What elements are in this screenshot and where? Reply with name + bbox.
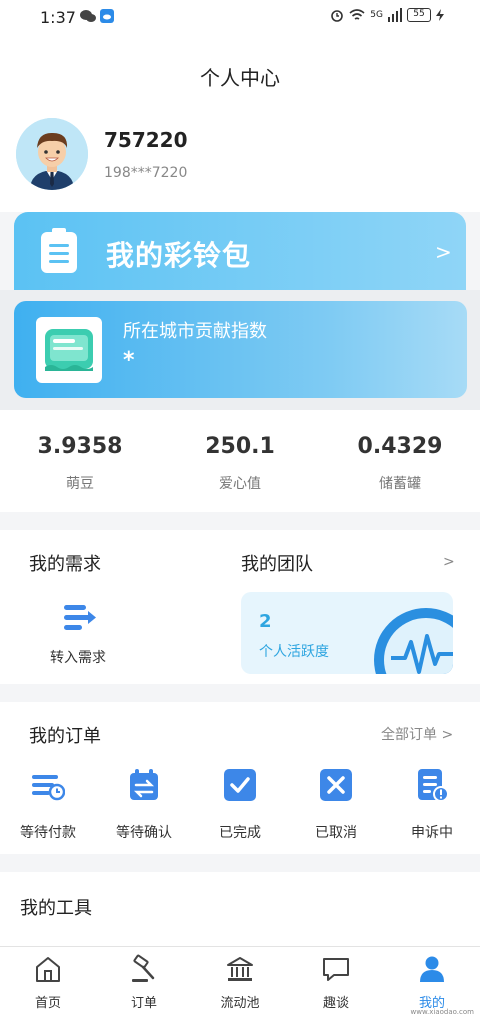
order-completed[interactable]: 已完成 xyxy=(192,768,288,842)
team-title: 我的团队 xyxy=(241,554,313,575)
tab-label: 趣谈 xyxy=(322,996,349,1011)
user-phone: 198***7220 xyxy=(104,165,188,181)
tab-orders[interactable]: 订单 xyxy=(96,954,192,1011)
stat-beans[interactable]: 3.9358 萌豆 xyxy=(0,434,160,493)
chat-icon xyxy=(323,958,349,981)
stat-label: 爱心值 xyxy=(219,476,261,492)
order-pending-confirm[interactable]: 等待确认 xyxy=(96,768,192,842)
document-alert-icon xyxy=(418,769,449,802)
city-index-value: * xyxy=(123,348,135,373)
cancel-icon xyxy=(320,769,352,801)
demand-title: 我的需求 xyxy=(29,554,101,575)
battery-indicator: 55 xyxy=(407,8,431,22)
transfer-list-icon[interactable] xyxy=(62,603,98,633)
stat-value: 250.1 xyxy=(205,434,275,459)
tab-label: 流动池 xyxy=(220,996,260,1011)
wallet-clock-icon xyxy=(32,775,66,801)
tab-me[interactable]: 我的 xyxy=(384,954,480,1011)
order-label: 等待确认 xyxy=(116,825,172,841)
status-notification-icons xyxy=(80,9,114,23)
team-activity-card[interactable] xyxy=(241,592,453,674)
wechat-icon xyxy=(80,10,96,22)
tab-pool[interactable]: 流动池 xyxy=(192,954,288,1011)
stat-label: 储蓄罐 xyxy=(379,476,421,492)
tab-label: 订单 xyxy=(130,996,157,1011)
ring-package-label: 我的彩铃包 xyxy=(106,239,252,272)
team-active-label: 个人活跃度 xyxy=(259,644,329,660)
order-cancelled[interactable]: 已取消 xyxy=(288,768,384,842)
cloud-app-icon xyxy=(100,9,114,23)
calendar-swap-icon xyxy=(130,769,158,800)
page-title: 个人中心 xyxy=(200,66,280,90)
alarm-icon xyxy=(331,10,344,22)
activity-pulse-icon xyxy=(374,608,453,674)
bank-icon xyxy=(227,957,253,981)
tab-label: 首页 xyxy=(34,996,61,1011)
city-index-title: 所在城市贡献指数 xyxy=(123,321,267,342)
watermark: www.xiaodao.com xyxy=(410,1008,475,1016)
person-icon xyxy=(420,956,444,982)
team-chevron-right-icon[interactable]: > xyxy=(443,554,455,570)
wifi-icon xyxy=(349,9,365,20)
stat-value: 0.4329 xyxy=(357,434,443,459)
tools-title: 我的工具 xyxy=(20,898,92,919)
order-label: 申诉中 xyxy=(411,825,453,841)
all-orders-link[interactable]: 全部订单 > xyxy=(381,724,453,744)
orders-title: 我的订单 xyxy=(29,726,101,747)
network-label: 5G xyxy=(370,10,383,20)
gavel-icon xyxy=(132,954,155,982)
transfer-demand-label[interactable]: 转入需求 xyxy=(50,647,106,667)
stat-love[interactable]: 250.1 爱心值 xyxy=(160,434,320,493)
tab-home[interactable]: 首页 xyxy=(0,954,96,1011)
user-name: 757220 xyxy=(104,128,188,152)
ticket-icon xyxy=(45,329,93,371)
check-icon xyxy=(224,769,256,801)
home-icon xyxy=(36,957,60,982)
avatar-man-icon xyxy=(16,118,88,190)
team-active-count: 2 xyxy=(259,611,272,632)
order-pending-payment[interactable]: 等待付款 xyxy=(0,768,96,842)
avatar[interactable] xyxy=(16,118,88,190)
status-right-icons: 5G 55 xyxy=(330,8,444,22)
stat-savings[interactable]: 0.4329 储蓄罐 xyxy=(320,434,480,493)
tab-chat[interactable]: 趣谈 xyxy=(288,954,384,1011)
order-label: 已完成 xyxy=(219,825,261,841)
clipboard-icon xyxy=(41,228,77,273)
stat-label: 萌豆 xyxy=(66,476,94,492)
status-time: 1:37 xyxy=(40,8,76,27)
order-label: 已取消 xyxy=(315,825,357,841)
city-index-icon xyxy=(36,317,102,383)
charging-icon xyxy=(436,9,444,21)
signal-icon xyxy=(388,8,402,22)
chevron-right-icon: > xyxy=(435,240,452,264)
stat-value: 3.9358 xyxy=(37,434,123,459)
order-label: 等待付款 xyxy=(20,825,76,841)
order-appealing[interactable]: 申诉中 xyxy=(384,768,480,842)
